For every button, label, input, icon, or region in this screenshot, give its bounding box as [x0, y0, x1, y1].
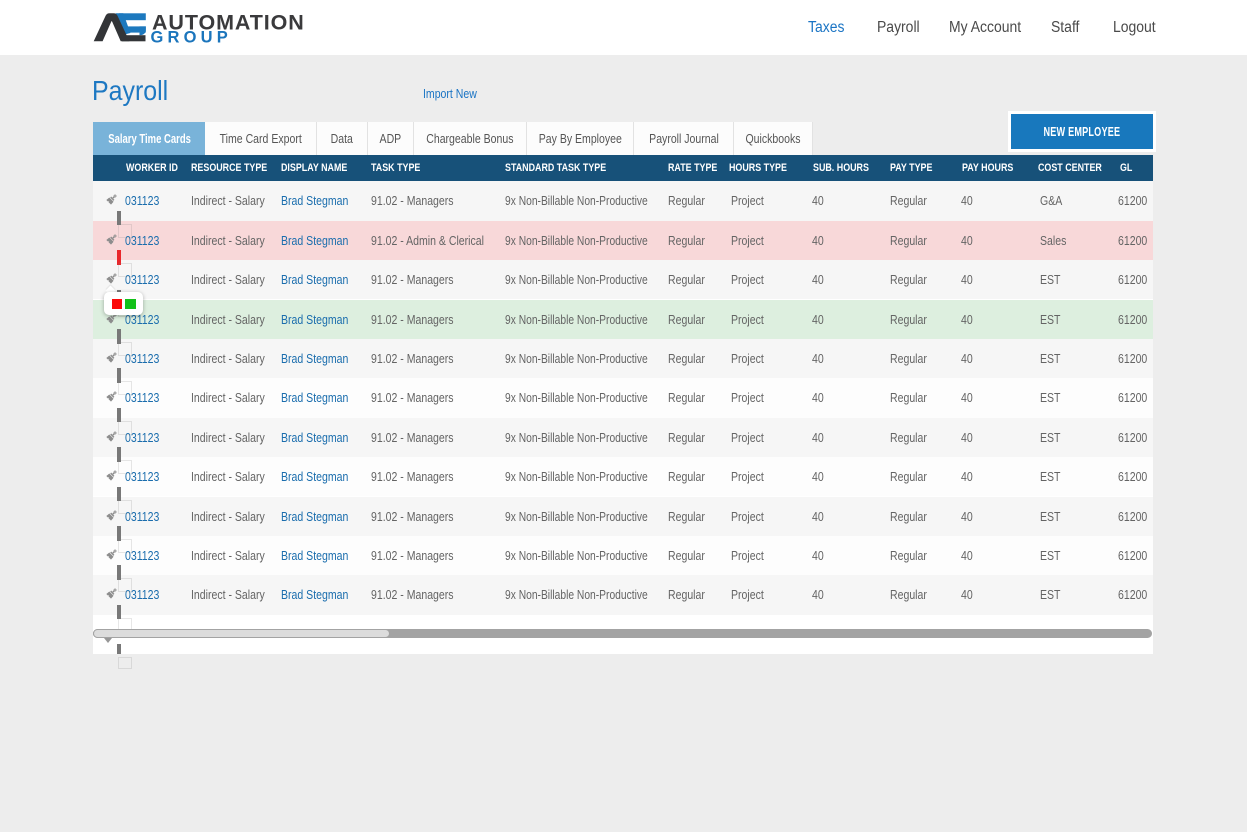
svg-text:GROUP: GROUP: [151, 29, 233, 47]
